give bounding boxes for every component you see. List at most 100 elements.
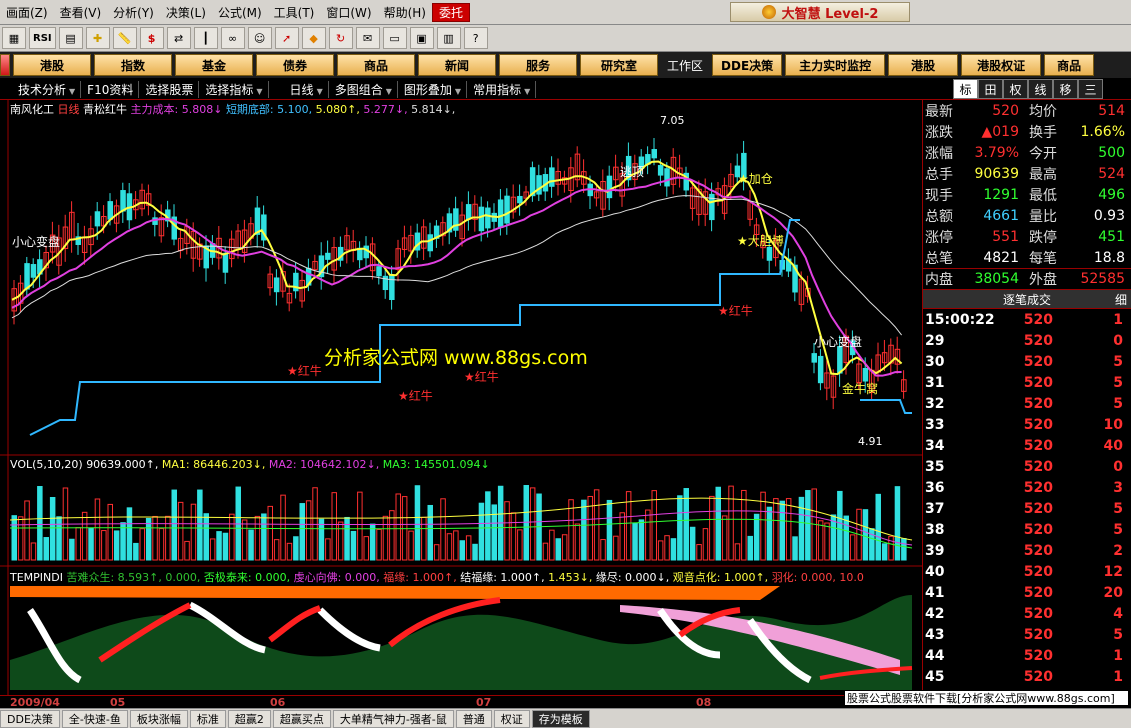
tab-rights[interactable]: 权	[1003, 79, 1028, 99]
volume-bar	[734, 543, 741, 561]
candles-icon[interactable]: ┃	[193, 27, 218, 49]
menu-item-screen[interactable]: 画面(Z)	[0, 4, 54, 21]
folder-icon[interactable]: ▭	[382, 27, 407, 49]
books-icon[interactable]: ▥	[436, 27, 461, 49]
help-cursor-icon[interactable]: ?	[463, 27, 488, 49]
menu-item-view[interactable]: 查看(V)	[54, 4, 108, 21]
ma3-value: 145501.094↓	[414, 458, 490, 471]
tick-price: 520	[1023, 395, 1053, 412]
user-icon[interactable]: ☺	[247, 27, 272, 49]
volume-bar	[549, 529, 555, 561]
volume-bar	[581, 499, 587, 561]
candle-body	[657, 165, 664, 176]
tab-grid[interactable]: 田	[978, 79, 1003, 99]
tick-detail-button[interactable]: 细	[1115, 291, 1127, 308]
nav-bond[interactable]: 债券	[256, 54, 334, 76]
menu-item-window[interactable]: 窗口(W)	[320, 4, 377, 21]
volume-bar	[465, 535, 472, 561]
candle-body	[94, 211, 101, 227]
subbar-label: 图形叠加	[403, 82, 452, 97]
indicator-band-orange	[10, 586, 780, 600]
nav-research[interactable]: 研究室	[580, 54, 658, 76]
tick-time: 15:00:22	[925, 311, 995, 328]
volume-bar	[133, 542, 139, 561]
ma3-label: MA3:	[382, 458, 411, 471]
menu-item-tools[interactable]: 工具(T)	[268, 4, 321, 21]
rsi-button[interactable]: RSI	[29, 27, 56, 49]
grid-icon[interactable]: ▦	[2, 27, 26, 49]
subbar-f10[interactable]: F10资料	[82, 80, 140, 98]
exchange-icon[interactable]: ⇄	[166, 27, 191, 49]
chart-area[interactable]: 南风化工 日线 青松红牛 主力成本: 5.808↓ 短期底部: 5.100, 5…	[0, 100, 922, 695]
menu-item-decision[interactable]: 决策(L)	[160, 4, 212, 21]
volume-bar	[824, 522, 830, 561]
menu-item-analysis[interactable]: 分析(Y)	[107, 4, 160, 21]
refresh-icon[interactable]: ↻	[328, 27, 353, 49]
volume-bar	[318, 518, 325, 561]
subbar-multi-chart[interactable]: 多图组合 ▼	[330, 80, 398, 98]
volume-bar	[376, 528, 382, 561]
volume-bar	[222, 532, 229, 561]
subbar-select-indicator[interactable]: 选择指标 ▼	[200, 80, 269, 98]
tick-volume: 1	[1113, 668, 1123, 685]
nav-dde[interactable]: DDE决策	[712, 54, 783, 76]
nav-index[interactable]: 指数	[94, 54, 172, 76]
subbar-select-stock[interactable]: 选择股票	[140, 80, 200, 98]
nav-hk-warrant[interactable]: 港股权证	[961, 54, 1042, 76]
subbar-overlay[interactable]: 图形叠加 ▼	[399, 80, 468, 98]
bottom-tab[interactable]: 普通	[455, 709, 492, 728]
volume-bar	[433, 544, 440, 561]
menu-item-help[interactable]: 帮助(H)	[378, 4, 432, 21]
tick-price: 520	[1023, 374, 1053, 391]
nav-fund[interactable]: 基金	[175, 54, 253, 76]
tab-line[interactable]: 线	[1028, 79, 1053, 99]
tab-three[interactable]: 三	[1078, 79, 1103, 99]
subbar-common-indicators[interactable]: 常用指标 ▼	[468, 80, 537, 98]
crosshair-icon[interactable]: ✚	[85, 27, 110, 49]
ruler-icon[interactable]: 📏	[112, 27, 137, 49]
menu-item-trade[interactable]: 委托	[431, 2, 470, 22]
nav-news[interactable]: 新闻	[418, 54, 496, 76]
tab-mark[interactable]: 标	[953, 79, 978, 99]
bottom-tab[interactable]: 存为模板	[531, 709, 590, 728]
volume-bar	[11, 515, 17, 561]
window-icon[interactable]: ▣	[409, 27, 434, 49]
bottom-tab[interactable]: 板块涨幅	[129, 709, 188, 728]
dollar-icon[interactable]: $	[139, 27, 164, 49]
nav-commodity-2[interactable]: 商品	[1044, 54, 1095, 76]
annotation-bold: ★大胆博	[737, 234, 784, 248]
tick-row: 15:00:22 520 1	[923, 309, 1131, 330]
nav-hk-stock-2[interactable]: 港股	[888, 54, 959, 76]
diamond-icon[interactable]: ◆	[301, 27, 326, 49]
binoculars-icon[interactable]: ∞	[220, 27, 245, 49]
bottom-tab[interactable]: 标准	[189, 709, 226, 728]
temp-h: 观音点化: 1.000↑,	[672, 571, 769, 584]
volume-bar	[779, 500, 785, 561]
nav-service[interactable]: 服务	[499, 54, 577, 76]
chat-icon[interactable]: ✉	[355, 27, 380, 49]
table-icon[interactable]: ▤	[58, 27, 83, 49]
bottom-tab[interactable]: 权证	[493, 709, 530, 728]
menu-bar: 画面(Z) 查看(V) 分析(Y) 决策(L) 公式(M) 工具(T) 窗口(W…	[0, 0, 1131, 25]
annotation-add: ★加仓	[738, 172, 773, 186]
nav-hk-stock[interactable]: 港股	[13, 54, 91, 76]
subbar-tech-analysis[interactable]: 技术分析 ▼	[0, 80, 82, 98]
volume-bar	[126, 507, 133, 561]
bottom-tab[interactable]: 全-快速-鱼	[61, 709, 128, 728]
arrow-icon[interactable]: ➚	[274, 27, 299, 49]
subbar-daily[interactable]: 日线 ▼	[270, 80, 329, 98]
nav-commodity[interactable]: 商品	[337, 54, 415, 76]
menu-item-formula[interactable]: 公式(M)	[212, 4, 268, 21]
cost-value: 5.808↓	[181, 103, 223, 116]
bottom-tab[interactable]: 超赢2	[227, 709, 271, 728]
bottom-tab[interactable]: 大单精气神力-强者-鼠	[332, 709, 454, 728]
workspace-label[interactable]: 工作区	[661, 57, 709, 74]
bottom-tab[interactable]: DDE决策	[0, 709, 60, 728]
quote-label: 换手	[1029, 124, 1057, 141]
tab-move[interactable]: 移	[1053, 79, 1078, 99]
volume-bar	[101, 530, 107, 561]
nav-main-monitor[interactable]: 主力实时监控	[785, 54, 886, 76]
bottom-tab[interactable]: 超赢买点	[272, 709, 331, 728]
ad-banner[interactable]: 股票公式股票软件下载[分析家公式网www.88gs.com]	[844, 690, 1129, 706]
tick-list-header[interactable]: 逐笔成交 细	[923, 289, 1131, 309]
